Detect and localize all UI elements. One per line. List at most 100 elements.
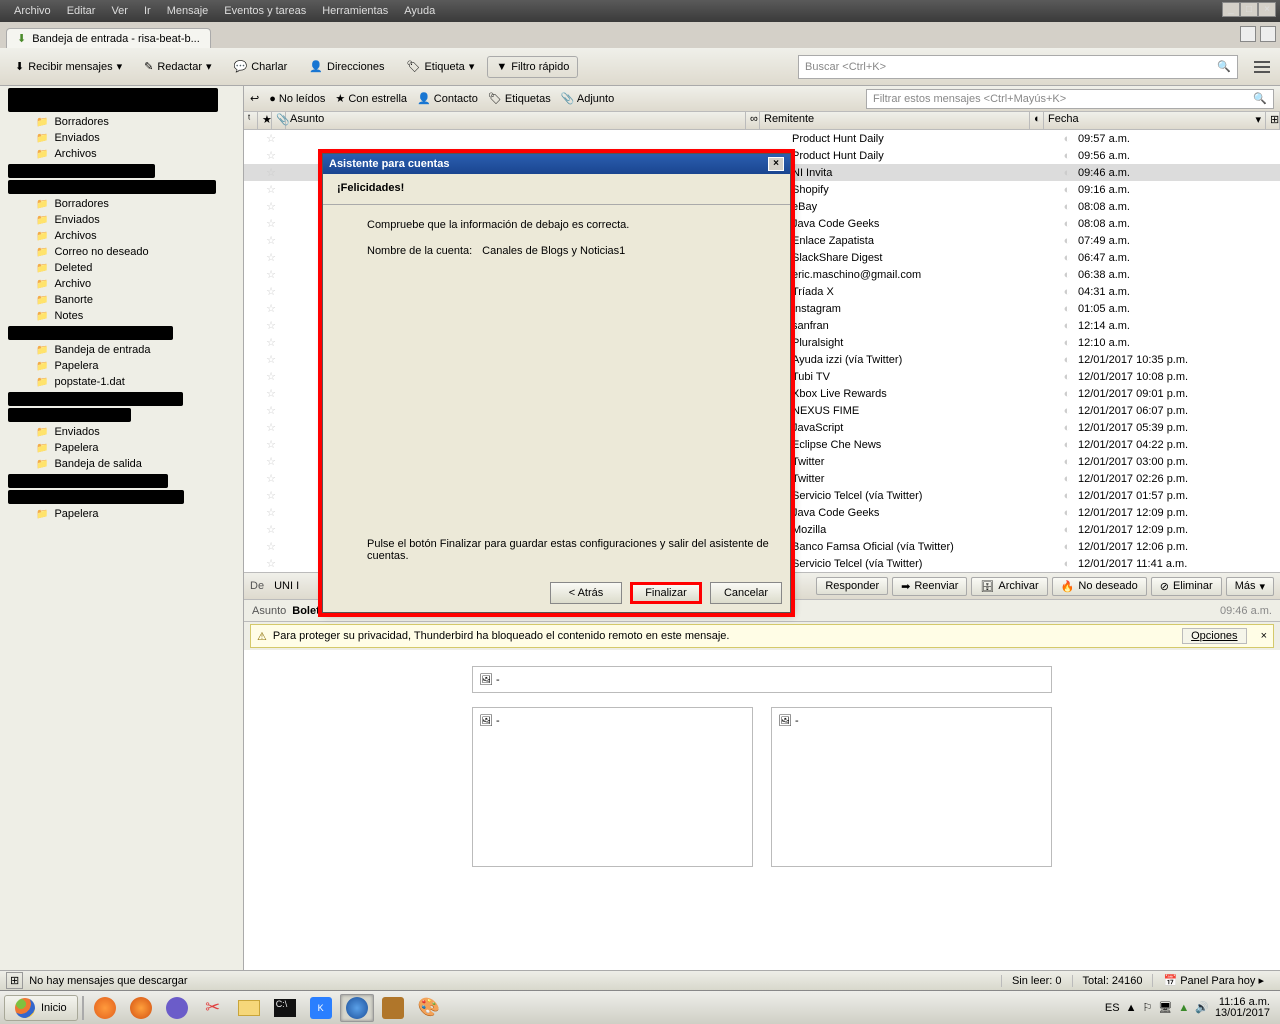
taskbar-paint[interactable]: 🎨 [412, 994, 446, 1022]
activity-icon[interactable]: ⊞ [6, 972, 23, 989]
tray-network-icon[interactable]: 🖥 [1158, 1001, 1172, 1014]
chat-button[interactable]: 💬Charlar [225, 55, 297, 78]
star-icon[interactable]: ☆ [244, 166, 298, 179]
taskbar-explorer[interactable] [232, 994, 266, 1022]
start-button[interactable]: Inicio [4, 995, 78, 1021]
star-icon[interactable]: ☆ [244, 285, 298, 298]
tray-drive-icon[interactable]: ▲ [1178, 1002, 1189, 1014]
star-icon[interactable]: ☆ [244, 489, 298, 502]
menu-herramientas[interactable]: Herramientas [314, 5, 396, 17]
folder-item[interactable]: 📁Papelera [0, 358, 243, 374]
folder-item[interactable]: 📁Papelera [0, 440, 243, 456]
privacy-options-button[interactable]: Opciones [1182, 628, 1246, 644]
today-pane-button[interactable]: 📅 Panel Para hoy ▸ [1152, 974, 1274, 987]
menu-editar[interactable]: Editar [59, 5, 104, 17]
star-icon[interactable]: ☆ [244, 523, 298, 536]
col-subject[interactable]: Asunto [286, 112, 746, 129]
star-icon[interactable]: ☆ [244, 319, 298, 332]
star-icon[interactable]: ☆ [244, 455, 298, 468]
star-icon[interactable]: ☆ [244, 302, 298, 315]
taskbar-java[interactable] [376, 994, 410, 1022]
star-icon[interactable]: ☆ [244, 234, 298, 247]
col-picker[interactable]: ⊞ [1266, 112, 1280, 129]
filter-messages-input[interactable]: Filtrar estos mensajes <Ctrl+Mayús+K> 🔍 [866, 89, 1274, 109]
back-button[interactable]: < Atrás [550, 582, 622, 604]
tab-inbox[interactable]: ⬇ Bandeja de entrada - risa-beat-b... [6, 28, 211, 48]
menu-button[interactable] [1250, 55, 1274, 79]
folder-item[interactable]: 📁Banorte [0, 292, 243, 308]
back-arrow-icon[interactable]: ↩ [250, 92, 259, 105]
tray-volume-icon[interactable]: 🔊 [1195, 1001, 1209, 1014]
menu-ir[interactable]: Ir [136, 5, 159, 17]
star-icon[interactable]: ☆ [244, 353, 298, 366]
star-icon[interactable]: ☆ [244, 472, 298, 485]
maximize-button[interactable]: □ [1240, 2, 1258, 17]
col-attach[interactable]: 📎 [272, 112, 286, 129]
addresses-button[interactable]: 👤Direcciones [300, 55, 393, 78]
lang-indicator[interactable]: ES [1105, 1002, 1120, 1014]
delete-button[interactable]: ⊘ Eliminar [1151, 577, 1222, 596]
taskbar-thunderbird[interactable] [340, 994, 374, 1022]
folder-item[interactable]: 📁Papelera [0, 506, 243, 522]
compose-button[interactable]: ✎Redactar ▾ [135, 55, 220, 78]
star-icon[interactable]: ☆ [244, 336, 298, 349]
star-icon[interactable]: ☆ [244, 149, 298, 162]
col-date[interactable]: Fecha ▾ [1044, 112, 1266, 129]
tray-up-icon[interactable]: ▲ [1126, 1002, 1137, 1014]
taskbar-terminal[interactable]: C:\ [268, 994, 302, 1022]
star-icon[interactable]: ☆ [244, 132, 298, 145]
close-button[interactable]: × [1258, 2, 1276, 17]
tasks-icon[interactable] [1260, 26, 1276, 42]
tray-flag-icon[interactable]: ⚐ [1143, 1001, 1153, 1014]
folder-item[interactable]: 📁popstate-1.dat [0, 374, 243, 390]
star-icon[interactable]: ☆ [244, 251, 298, 264]
menu-mensaje[interactable]: Mensaje [159, 5, 217, 17]
calendar-icon[interactable] [1240, 26, 1256, 42]
star-icon[interactable]: ☆ [244, 387, 298, 400]
filter-star[interactable]: ★ Con estrella [335, 92, 407, 105]
junk-button[interactable]: 🔥 No deseado [1052, 577, 1147, 596]
col-read[interactable]: ∞ [746, 112, 760, 129]
folder-item[interactable]: 📁Notes [0, 308, 243, 324]
star-icon[interactable]: ☆ [244, 200, 298, 213]
taskbar-app-purple[interactable] [160, 994, 194, 1022]
folder-item[interactable]: 📁Archivo [0, 276, 243, 292]
col-from[interactable]: Remitente [760, 112, 1030, 129]
filter-unread[interactable]: ● No leídos [269, 93, 325, 105]
star-icon[interactable]: ☆ [244, 506, 298, 519]
folder-item[interactable]: 📁Enviados [0, 130, 243, 146]
get-messages-button[interactable]: ⬇Recibir mensajes ▾ [6, 55, 131, 78]
folder-item[interactable]: 📁Borradores [0, 196, 243, 212]
message-row[interactable]: ☆Product Hunt Daily◐09:57 a.m. [244, 130, 1280, 147]
taskbar-firefox-2[interactable] [124, 994, 158, 1022]
cancel-button[interactable]: Cancelar [710, 582, 782, 604]
filter-contact[interactable]: 👤 Contacto [417, 92, 478, 105]
message-preview[interactable]: 🖼 - 🖼 - 🖼 - [244, 650, 1280, 990]
taskbar-snip[interactable]: ✂ [196, 994, 230, 1022]
star-icon[interactable]: ☆ [244, 183, 298, 196]
archive-button[interactable]: 🗄 Archivar [971, 577, 1047, 596]
menu-ayuda[interactable]: Ayuda [396, 5, 443, 17]
folder-item[interactable]: 📁Deleted [0, 260, 243, 276]
menu-eventos[interactable]: Eventos y tareas [216, 5, 314, 17]
dialog-titlebar[interactable]: Asistente para cuentas × [323, 154, 790, 174]
col-thread[interactable]: ᵗ [244, 112, 258, 129]
minimize-button[interactable]: _ [1222, 2, 1240, 17]
filter-attach[interactable]: 📎 Adjunto [561, 92, 614, 105]
more-button[interactable]: Más ▾ [1226, 577, 1274, 596]
folder-item[interactable]: 📁Bandeja de entrada [0, 342, 243, 358]
folder-item[interactable]: 📁Archivos [0, 228, 243, 244]
menu-archivo[interactable]: Archivo [6, 5, 59, 17]
clock[interactable]: 11:16 a.m. 13/01/2017 [1215, 997, 1270, 1019]
menu-ver[interactable]: Ver [103, 5, 136, 17]
search-icon[interactable]: 🔍 [1217, 60, 1231, 73]
folder-item[interactable]: 📁Enviados [0, 424, 243, 440]
folder-item[interactable]: 📁Bandeja de salida [0, 456, 243, 472]
dialog-close-button[interactable]: × [768, 157, 784, 171]
folder-item[interactable]: 📁Enviados [0, 212, 243, 228]
reply-button[interactable]: Responder [816, 577, 888, 595]
taskbar-firefox[interactable] [88, 994, 122, 1022]
star-icon[interactable]: ☆ [244, 540, 298, 553]
tag-button[interactable]: 🏷Etiqueta ▾ [397, 55, 483, 78]
search-input[interactable]: Buscar <Ctrl+K> 🔍 [798, 55, 1238, 79]
